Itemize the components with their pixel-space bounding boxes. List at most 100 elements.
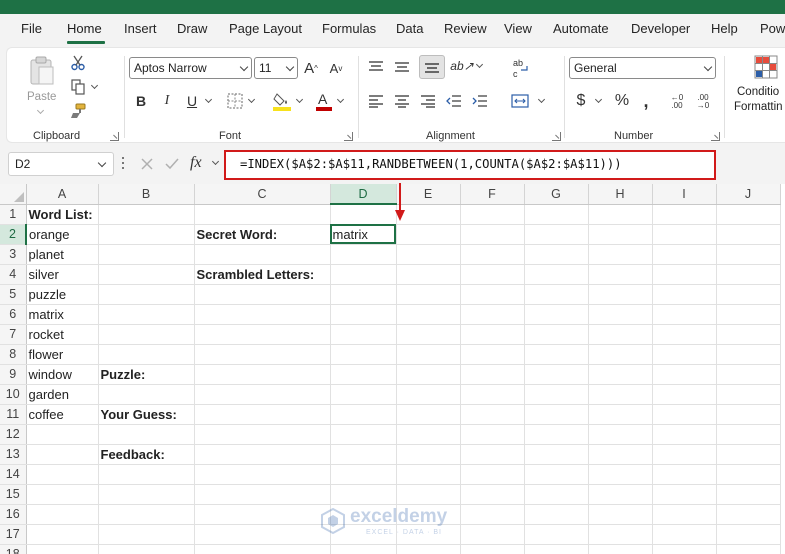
cell-d8[interactable] xyxy=(330,344,397,365)
cell-g7[interactable] xyxy=(524,324,589,345)
cell-b18[interactable] xyxy=(98,544,195,554)
row-header[interactable]: 3 xyxy=(0,244,27,265)
cell-a17[interactable] xyxy=(26,524,99,545)
conditional-formatting-label-2[interactable]: Formattin xyxy=(734,101,783,113)
cell-i12[interactable] xyxy=(652,424,717,445)
cell-g8[interactable] xyxy=(524,344,589,365)
cell-j11[interactable] xyxy=(716,404,781,425)
cell-f10[interactable] xyxy=(460,384,525,405)
column-header-b[interactable]: B xyxy=(98,184,195,205)
cell-h5[interactable] xyxy=(588,284,653,305)
tab-automate[interactable]: Automate xyxy=(553,21,609,36)
cell-e4[interactable] xyxy=(396,264,461,285)
cell-a18[interactable] xyxy=(26,544,99,554)
cell-g4[interactable] xyxy=(524,264,589,285)
column-header-j[interactable]: J xyxy=(716,184,781,205)
paste-icon[interactable] xyxy=(27,54,57,88)
cell-c5[interactable] xyxy=(194,284,331,305)
align-left-icon[interactable] xyxy=(367,92,385,110)
cell-j1[interactable] xyxy=(716,204,781,225)
copy-chevron-icon[interactable] xyxy=(90,81,99,90)
cell-d11[interactable] xyxy=(330,404,397,425)
borders-chevron-icon[interactable] xyxy=(247,95,256,104)
cell-b10[interactable] xyxy=(98,384,195,405)
cell-h3[interactable] xyxy=(588,244,653,265)
cell-d2[interactable]: matrix xyxy=(330,224,397,245)
column-header-d[interactable]: D xyxy=(330,184,397,205)
orientation-icon[interactable]: ab↗ xyxy=(450,56,473,76)
column-header-h[interactable]: H xyxy=(588,184,653,205)
cell-e10[interactable] xyxy=(396,384,461,405)
italic-icon[interactable]: I xyxy=(159,92,175,110)
cell-i18[interactable] xyxy=(652,544,717,554)
cell-b6[interactable] xyxy=(98,304,195,325)
cell-f1[interactable] xyxy=(460,204,525,225)
cell-e14[interactable] xyxy=(396,464,461,485)
cell-a13[interactable] xyxy=(26,444,99,465)
font-color-chevron-icon[interactable] xyxy=(336,95,345,104)
cell-f6[interactable] xyxy=(460,304,525,325)
cell-e2[interactable] xyxy=(396,224,461,245)
cell-i7[interactable] xyxy=(652,324,717,345)
align-middle-icon[interactable] xyxy=(393,58,411,76)
cell-d3[interactable] xyxy=(330,244,397,265)
cell-g6[interactable] xyxy=(524,304,589,325)
formula-bar-resize-handle[interactable] xyxy=(122,157,125,171)
fill-color-icon[interactable] xyxy=(272,90,292,112)
cell-a6[interactable]: matrix xyxy=(26,304,99,325)
cell-b9[interactable]: Puzzle: xyxy=(98,364,195,385)
conditional-formatting-icon[interactable] xyxy=(754,54,778,80)
column-header-g[interactable]: G xyxy=(524,184,589,205)
tab-draw[interactable]: Draw xyxy=(177,21,207,36)
cell-h13[interactable] xyxy=(588,444,653,465)
cell-i3[interactable] xyxy=(652,244,717,265)
cell-a12[interactable] xyxy=(26,424,99,445)
row-header[interactable]: 14 xyxy=(0,464,27,485)
tab-file[interactable]: File xyxy=(21,21,42,36)
cell-c17[interactable] xyxy=(194,524,331,545)
tab-formulas[interactable]: Formulas xyxy=(322,21,376,36)
cell-e3[interactable] xyxy=(396,244,461,265)
cell-j9[interactable] xyxy=(716,364,781,385)
cell-b15[interactable] xyxy=(98,484,195,505)
tab-view[interactable]: View xyxy=(504,21,532,36)
merge-chevron-icon[interactable] xyxy=(537,95,546,104)
cell-f11[interactable] xyxy=(460,404,525,425)
font-size-combo[interactable]: 11 xyxy=(254,57,298,79)
row-header[interactable]: 10 xyxy=(0,384,27,405)
cell-i9[interactable] xyxy=(652,364,717,385)
row-header[interactable]: 4 xyxy=(0,264,27,285)
column-header-i[interactable]: I xyxy=(652,184,717,205)
cell-e5[interactable] xyxy=(396,284,461,305)
cell-g2[interactable] xyxy=(524,224,589,245)
cell-d18[interactable] xyxy=(330,544,397,554)
cell-j4[interactable] xyxy=(716,264,781,285)
cell-i17[interactable] xyxy=(652,524,717,545)
cell-j5[interactable] xyxy=(716,284,781,305)
insert-function-icon[interactable]: fx xyxy=(190,154,202,172)
cell-i16[interactable] xyxy=(652,504,717,525)
cell-h17[interactable] xyxy=(588,524,653,545)
fill-color-chevron-icon[interactable] xyxy=(295,95,304,104)
cell-a7[interactable]: rocket xyxy=(26,324,99,345)
cell-g11[interactable] xyxy=(524,404,589,425)
cell-h9[interactable] xyxy=(588,364,653,385)
conditional-formatting-label-1[interactable]: Conditio xyxy=(737,86,779,98)
cell-c11[interactable] xyxy=(194,404,331,425)
cell-d1[interactable] xyxy=(330,204,397,225)
cell-c6[interactable] xyxy=(194,304,331,325)
clipboard-launcher-icon[interactable] xyxy=(110,132,119,141)
font-launcher-icon[interactable] xyxy=(344,132,353,141)
font-name-combo[interactable]: Aptos Narrow xyxy=(129,57,252,79)
cell-a2[interactable]: orange xyxy=(26,224,99,245)
column-header-f[interactable]: F xyxy=(460,184,525,205)
align-center-icon[interactable] xyxy=(393,92,411,110)
select-all-corner[interactable] xyxy=(0,184,27,205)
cell-f15[interactable] xyxy=(460,484,525,505)
cell-a5[interactable]: puzzle xyxy=(26,284,99,305)
cell-d5[interactable] xyxy=(330,284,397,305)
cell-h8[interactable] xyxy=(588,344,653,365)
cell-h14[interactable] xyxy=(588,464,653,485)
tab-help[interactable]: Help xyxy=(711,21,738,36)
cell-h18[interactable] xyxy=(588,544,653,554)
